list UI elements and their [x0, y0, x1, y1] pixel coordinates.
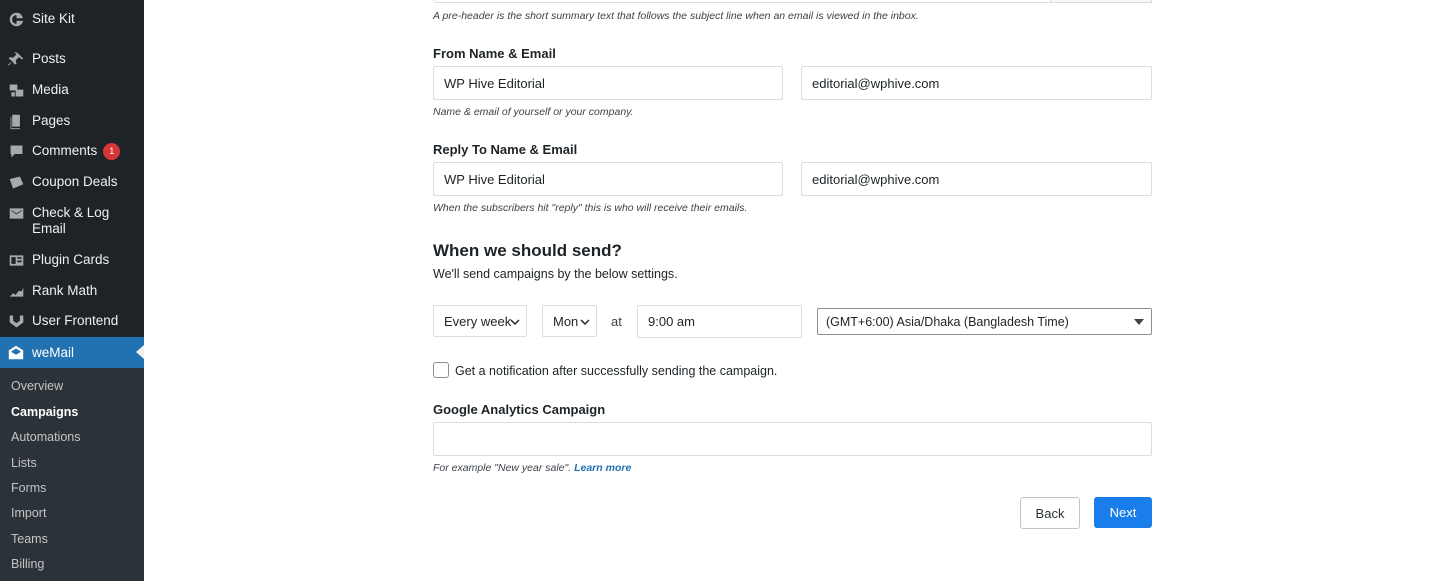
learn-more-link[interactable]: Learn more: [574, 462, 631, 474]
comment-icon: [0, 143, 32, 160]
analytics-help: For example "New year sale". Learn more: [433, 462, 631, 474]
time-input[interactable]: 9:00 am: [637, 305, 802, 338]
menu-label: weMail: [32, 345, 75, 360]
analytics-campaign-input[interactable]: [433, 422, 1152, 456]
timezone-select[interactable]: (GMT+6:00) Asia/Dhaka (Bangladesh Time): [817, 308, 1152, 335]
reply-email-input[interactable]: editorial@wphive.com: [801, 162, 1152, 196]
menu-label-text: Comments: [32, 143, 98, 159]
google-g-icon: [0, 11, 32, 28]
frequency-select[interactable]: Every week: [433, 305, 527, 337]
main-content: A pre-header is the short summary text t…: [144, 0, 1439, 581]
menu-label: Posts: [32, 51, 66, 66]
menu-label: User Frontend: [32, 313, 119, 328]
user-frontend-icon: [0, 313, 32, 330]
menu-item-user-frontend[interactable]: User Frontend: [0, 313, 144, 330]
coupon-icon: [0, 174, 32, 191]
menu-item-plugin-cards[interactable]: Plugin Cards: [0, 252, 144, 269]
menu-item-posts[interactable]: Posts: [0, 51, 144, 68]
preheader-input[interactable]: [433, 0, 1051, 3]
frequency-value: Every week: [444, 313, 512, 329]
chevron-down-icon: [510, 319, 520, 325]
notification-label: Get a notification after successfully se…: [455, 364, 778, 378]
from-email-input[interactable]: editorial@wphive.com: [801, 66, 1152, 100]
cards-icon: [0, 252, 32, 269]
pages-icon: [0, 113, 32, 130]
next-button[interactable]: Next: [1094, 497, 1152, 528]
timezone-value: (GMT+6:00) Asia/Dhaka (Bangladesh Time): [826, 314, 1069, 329]
chevron-down-icon: [580, 319, 590, 325]
menu-item-pages[interactable]: Pages: [0, 113, 144, 130]
at-label: at: [611, 314, 622, 329]
reply-to-label: Reply To Name & Email: [433, 142, 578, 157]
submenu-item-import[interactable]: Import: [11, 506, 46, 520]
menu-item-comments[interactable]: Comments 1: [0, 143, 144, 160]
submenu-item-lists[interactable]: Lists: [11, 456, 37, 470]
wemail-icon: [0, 344, 32, 362]
notification-checkbox[interactable]: [433, 362, 449, 378]
submenu-item-automations[interactable]: Automations: [11, 430, 80, 444]
menu-label: Site Kit: [32, 11, 75, 26]
menu-item-media[interactable]: Media: [0, 82, 144, 99]
menu-label: Check & Log Email: [32, 205, 110, 236]
from-help: Name & email of yourself or your company…: [433, 106, 634, 118]
menu-item-wemail[interactable]: weMail: [0, 337, 144, 368]
analytics-label: Google Analytics Campaign: [433, 402, 606, 417]
menu-item-coupon-deals[interactable]: Coupon Deals: [0, 174, 144, 191]
schedule-description: We'll send campaigns by the below settin…: [433, 267, 678, 281]
preheader-help: A pre-header is the short summary text t…: [433, 10, 919, 22]
submenu-item-overview[interactable]: Overview: [11, 379, 63, 393]
submenu-item-teams[interactable]: Teams: [11, 532, 48, 546]
caret-down-icon: [1134, 319, 1144, 325]
menu-item-site-kit[interactable]: Site Kit: [0, 11, 144, 28]
from-name-input[interactable]: WP Hive Editorial: [433, 66, 783, 100]
menu-label: Pages: [32, 113, 71, 128]
rank-math-icon: [0, 283, 32, 300]
schedule-title: When we should send?: [433, 241, 622, 260]
from-label: From Name & Email: [433, 46, 556, 61]
wemail-submenu: Overview Campaigns Automations Lists For…: [0, 368, 144, 581]
day-select[interactable]: Mon: [542, 305, 597, 337]
submenu-item-campaigns[interactable]: Campaigns: [11, 405, 78, 419]
comment-count-badge: 1: [103, 143, 121, 160]
admin-sidebar: Site Kit Posts Media Pages Comments 1 Cou…: [0, 0, 144, 581]
preheader-addon[interactable]: [1050, 0, 1152, 3]
analytics-help-text: For example "New year sale".: [433, 462, 575, 474]
menu-label: Coupon Deals: [32, 174, 118, 189]
menu-label: Comments 1: [32, 143, 126, 160]
menu-label: Plugin Cards: [32, 252, 110, 267]
menu-label: Media: [32, 82, 69, 97]
current-menu-arrow: [136, 345, 144, 359]
back-button[interactable]: Back: [1020, 497, 1080, 529]
day-value: Mon: [553, 313, 579, 329]
media-icon: [0, 82, 32, 99]
pin-icon: [0, 51, 32, 68]
submenu-item-billing[interactable]: Billing: [11, 557, 44, 571]
submenu-item-forms[interactable]: Forms: [11, 481, 46, 495]
reply-help: When the subscribers hit "reply" this is…: [433, 202, 748, 214]
menu-item-rank-math[interactable]: Rank Math: [0, 283, 144, 300]
email-icon: [0, 205, 32, 222]
reply-name-input[interactable]: WP Hive Editorial: [433, 162, 783, 196]
menu-item-check-log-email[interactable]: Check & Log Email: [0, 205, 144, 237]
menu-label: Rank Math: [32, 283, 98, 298]
